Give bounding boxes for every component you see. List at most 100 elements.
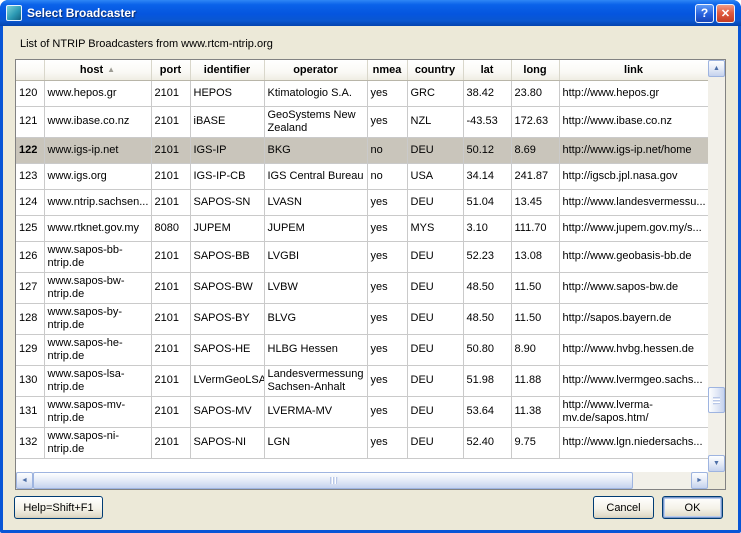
cell-lat[interactable]: 34.14	[463, 163, 511, 189]
ok-button[interactable]: OK	[662, 496, 723, 519]
cell-nmea[interactable]: yes	[367, 106, 407, 137]
column-header-row-number[interactable]	[16, 60, 44, 80]
cell-nmea[interactable]: yes	[367, 189, 407, 215]
close-button[interactable]: ✕	[716, 4, 735, 23]
cell-link[interactable]: http://www.jupem.gov.my/s...	[559, 215, 708, 241]
table-row[interactable]: 120www.hepos.gr2101HEPOSKtimatologio S.A…	[16, 80, 708, 106]
column-header-host[interactable]: host▲	[44, 60, 151, 80]
cell-host[interactable]: www.sapos-mv-ntrip.de	[44, 396, 151, 427]
cell-host[interactable]: www.sapos-ni-ntrip.de	[44, 427, 151, 458]
cell-identifier[interactable]: SAPOS-BB	[190, 241, 264, 272]
row-number-cell[interactable]: 127	[16, 272, 44, 303]
cell-long[interactable]: 23.80	[511, 80, 559, 106]
table-row[interactable]: 129www.sapos-he-ntrip.de2101SAPOS-HEHLBG…	[16, 334, 708, 365]
cell-identifier[interactable]: SAPOS-BW	[190, 272, 264, 303]
cell-port[interactable]: 2101	[151, 189, 190, 215]
context-help-button[interactable]: ?	[695, 4, 714, 23]
cell-lat[interactable]: 50.12	[463, 137, 511, 163]
cell-long[interactable]: 11.50	[511, 272, 559, 303]
cell-long[interactable]: 11.50	[511, 303, 559, 334]
table-row[interactable]: 122www.igs-ip.net2101IGS-IPBKGnoDEU50.12…	[16, 137, 708, 163]
row-number-cell[interactable]: 128	[16, 303, 44, 334]
cell-link[interactable]: http://www.lvermgeo.sachs...	[559, 365, 708, 396]
cell-link[interactable]: http://www.landesvermessu...	[559, 189, 708, 215]
cell-long[interactable]: 172.63	[511, 106, 559, 137]
cell-link[interactable]: http://www.hepos.gr	[559, 80, 708, 106]
cell-identifier[interactable]: IGS-IP-CB	[190, 163, 264, 189]
cell-operator[interactable]: LVERMA-MV	[264, 396, 367, 427]
cell-nmea[interactable]: yes	[367, 334, 407, 365]
titlebar[interactable]: Select Broadcaster ? ✕	[0, 0, 741, 26]
cell-port[interactable]: 2101	[151, 334, 190, 365]
cell-operator[interactable]: GeoSystems New Zealand	[264, 106, 367, 137]
cell-long[interactable]: 13.08	[511, 241, 559, 272]
cell-nmea[interactable]: yes	[367, 80, 407, 106]
cell-port[interactable]: 2101	[151, 163, 190, 189]
cell-operator[interactable]: LVGBI	[264, 241, 367, 272]
cell-country[interactable]: USA	[407, 163, 463, 189]
cell-host[interactable]: www.rtknet.gov.my	[44, 215, 151, 241]
help-button[interactable]: Help=Shift+F1	[14, 496, 103, 519]
scroll-right-icon[interactable]: ►	[691, 472, 708, 489]
cell-host[interactable]: www.sapos-bb-ntrip.de	[44, 241, 151, 272]
cell-nmea[interactable]: yes	[367, 241, 407, 272]
cancel-button[interactable]: Cancel	[593, 496, 654, 519]
column-header-nmea[interactable]: nmea	[367, 60, 407, 80]
cell-long[interactable]: 8.90	[511, 334, 559, 365]
cell-port[interactable]: 8080	[151, 215, 190, 241]
cell-link[interactable]: http://igscb.jpl.nasa.gov	[559, 163, 708, 189]
cell-lat[interactable]: 38.42	[463, 80, 511, 106]
cell-port[interactable]: 2101	[151, 137, 190, 163]
row-number-cell[interactable]: 131	[16, 396, 44, 427]
cell-identifier[interactable]: JUPEM	[190, 215, 264, 241]
cell-country[interactable]: DEU	[407, 365, 463, 396]
column-header-operator[interactable]: operator	[264, 60, 367, 80]
cell-long[interactable]: 8.69	[511, 137, 559, 163]
column-header-identifier[interactable]: identifier	[190, 60, 264, 80]
cell-operator[interactable]: HLBG Hessen	[264, 334, 367, 365]
table-row[interactable]: 123www.igs.org2101IGS-IP-CBIGS Central B…	[16, 163, 708, 189]
cell-host[interactable]: www.igs.org	[44, 163, 151, 189]
cell-link[interactable]: http://www.lverma-mv.de/sapos.htm/	[559, 396, 708, 427]
cell-operator[interactable]: LVASN	[264, 189, 367, 215]
cell-long[interactable]: 111.70	[511, 215, 559, 241]
cell-port[interactable]: 2101	[151, 427, 190, 458]
cell-identifier[interactable]: IGS-IP	[190, 137, 264, 163]
cell-country[interactable]: MYS	[407, 215, 463, 241]
column-header-long[interactable]: long	[511, 60, 559, 80]
column-header-country[interactable]: country	[407, 60, 463, 80]
cell-lat[interactable]: 48.50	[463, 303, 511, 334]
cell-nmea[interactable]: yes	[367, 303, 407, 334]
row-number-cell[interactable]: 124	[16, 189, 44, 215]
cell-country[interactable]: DEU	[407, 189, 463, 215]
row-number-cell[interactable]: 126	[16, 241, 44, 272]
row-number-cell[interactable]: 121	[16, 106, 44, 137]
table-row[interactable]: 132www.sapos-ni-ntrip.de2101SAPOS-NILGNy…	[16, 427, 708, 458]
cell-nmea[interactable]: yes	[367, 215, 407, 241]
cell-lat[interactable]: 51.04	[463, 189, 511, 215]
cell-operator[interactable]: LGN	[264, 427, 367, 458]
row-number-cell[interactable]: 120	[16, 80, 44, 106]
cell-operator[interactable]: BKG	[264, 137, 367, 163]
cell-operator[interactable]: BLVG	[264, 303, 367, 334]
row-number-cell[interactable]: 132	[16, 427, 44, 458]
cell-port[interactable]: 2101	[151, 80, 190, 106]
cell-host[interactable]: www.sapos-bw-ntrip.de	[44, 272, 151, 303]
cell-long[interactable]: 241.87	[511, 163, 559, 189]
scroll-down-icon[interactable]: ▼	[708, 455, 725, 472]
cell-long[interactable]: 11.88	[511, 365, 559, 396]
column-header-link[interactable]: link	[559, 60, 708, 80]
table-row[interactable]: 125www.rtknet.gov.my8080JUPEMJUPEMyesMYS…	[16, 215, 708, 241]
column-header-lat[interactable]: lat	[463, 60, 511, 80]
cell-nmea[interactable]: yes	[367, 396, 407, 427]
cell-nmea[interactable]: no	[367, 163, 407, 189]
table-row[interactable]: 124www.ntrip.sachsen...2101SAPOS-SNLVASN…	[16, 189, 708, 215]
cell-port[interactable]: 2101	[151, 396, 190, 427]
table-row[interactable]: 126www.sapos-bb-ntrip.de2101SAPOS-BBLVGB…	[16, 241, 708, 272]
cell-long[interactable]: 9.75	[511, 427, 559, 458]
cell-nmea[interactable]: yes	[367, 272, 407, 303]
cell-lat[interactable]: 3.10	[463, 215, 511, 241]
cell-link[interactable]: http://www.ibase.co.nz	[559, 106, 708, 137]
cell-country[interactable]: NZL	[407, 106, 463, 137]
table-row[interactable]: 130www.sapos-lsa-ntrip.de2101LVermGeoLSA…	[16, 365, 708, 396]
